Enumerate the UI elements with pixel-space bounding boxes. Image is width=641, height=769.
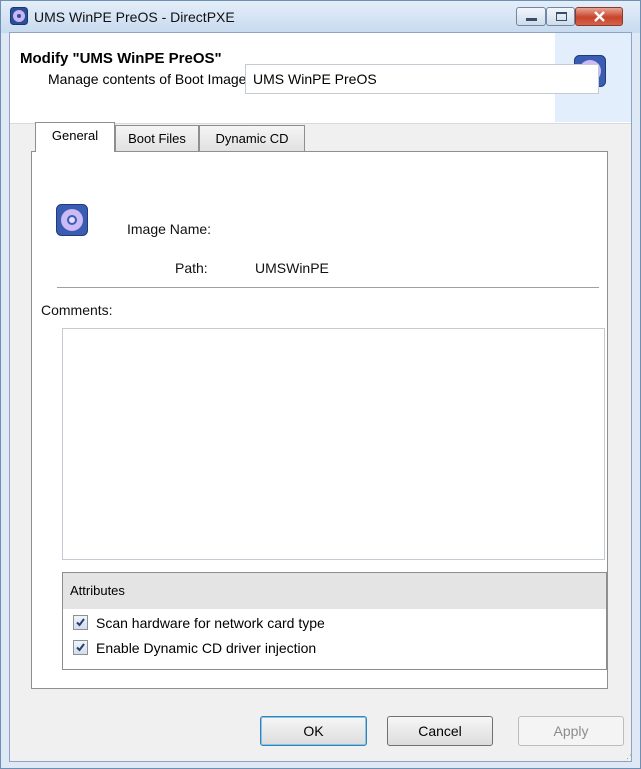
image-name-input[interactable]: UMS WinPE PreOS [245,64,599,94]
scan-hardware-checkbox-row[interactable]: Scan hardware for network card type [73,615,325,631]
header-subtitle: Manage contents of Boot Image. [48,71,251,87]
tab-dynamic-cd[interactable]: Dynamic CD [199,125,305,151]
dialog-window: UMS WinPE PreOS - DirectPXE Modify "UMS … [0,0,641,769]
comments-label: Comments: [41,302,113,318]
minimize-icon [526,18,537,21]
title-bar[interactable]: UMS WinPE PreOS - DirectPXE [1,1,640,33]
disc-icon [56,204,88,236]
close-button[interactable] [575,7,623,26]
dynamic-cd-injection-label: Enable Dynamic CD driver injection [96,640,317,656]
attributes-header: Attributes [63,573,606,609]
resize-grip-icon[interactable]: ⋰ [623,753,632,764]
ok-button[interactable]: OK [260,716,367,746]
checkmark-icon [76,643,85,652]
scan-hardware-label: Scan hardware for network card type [96,615,325,631]
maximize-button[interactable] [546,7,575,26]
maximize-icon [556,12,567,21]
comments-textarea[interactable] [62,328,605,560]
disc-icon [10,7,28,25]
divider [57,287,599,288]
window-title: UMS WinPE PreOS - DirectPXE [34,9,235,25]
cancel-button[interactable]: Cancel [387,716,493,746]
checkmark-icon [76,618,85,627]
path-value: UMSWinPE [255,260,329,276]
dynamic-cd-checkbox-row[interactable]: Enable Dynamic CD driver injection [73,640,316,656]
minimize-button[interactable] [516,7,546,26]
apply-button[interactable]: Apply [518,716,624,746]
attributes-title: Attributes [70,583,125,598]
tab-general[interactable]: General [35,122,115,152]
header-title: Modify "UMS WinPE PreOS" [20,50,222,67]
close-icon [594,11,605,22]
tab-boot-files[interactable]: Boot Files [115,125,199,151]
scan-hardware-checkbox[interactable] [73,615,88,630]
attributes-group: Attributes Scan hardware for network car… [62,572,607,670]
dynamic-cd-injection-checkbox[interactable] [73,640,88,655]
path-label: Path: [175,260,208,276]
image-name-label: Image Name: [127,221,212,237]
